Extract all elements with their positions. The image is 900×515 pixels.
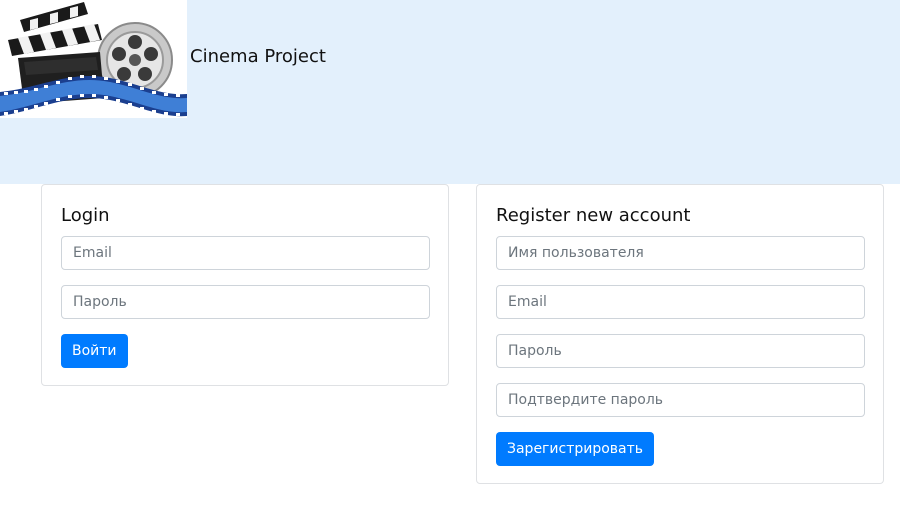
register-password-input[interactable] — [496, 334, 865, 368]
header-banner: Cinema Project — [0, 0, 900, 184]
register-submit-button[interactable]: Зарегистрировать — [496, 432, 655, 466]
register-title: Register new account — [496, 205, 691, 226]
login-email-input[interactable] — [61, 236, 430, 270]
register-card: Register new account Зарегистрировать — [476, 184, 884, 484]
register-email-input[interactable] — [496, 285, 865, 319]
register-username-input[interactable] — [496, 236, 865, 270]
clapperboard-reel-icon — [0, 2, 187, 117]
login-password-input[interactable] — [61, 285, 430, 319]
brand-title: Cinema Project — [190, 46, 326, 67]
login-title: Login — [61, 205, 110, 226]
cinema-logo-icon — [0, 0, 187, 118]
login-submit-button[interactable]: Войти — [61, 334, 128, 368]
login-card: Login Войти — [41, 184, 449, 386]
register-confirm-password-input[interactable] — [496, 383, 865, 417]
